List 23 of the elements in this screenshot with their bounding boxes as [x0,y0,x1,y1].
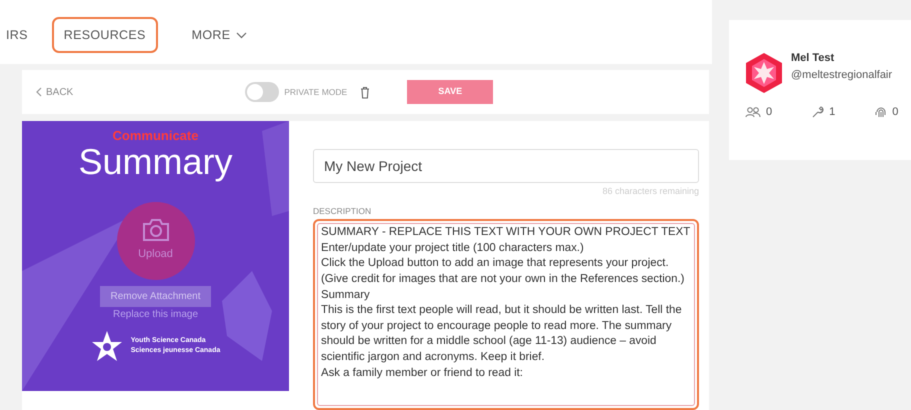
camera-icon [142,218,170,242]
nav-tab[interactable]: RESOURCES [52,16,158,54]
back-link[interactable]: BACK [36,84,74,100]
cover-title: Summary [78,142,233,182]
description-label: DESCRIPTION [313,204,372,218]
people-icon [745,106,761,118]
back-chevron-icon [36,87,42,97]
title-input[interactable]: My New Project [313,149,699,183]
profile-handle: @meltestregionalfair [791,68,894,82]
private-mode-label: PRIVATE MODE [284,86,348,98]
stat-count: 0 [892,105,898,120]
fingerprint-icon [875,106,888,118]
trash-icon[interactable] [360,86,370,98]
stat-count: 0 [766,105,772,120]
description-field[interactable]: SUMMARY - REPLACE THIS TEXT WITH YOUR OWN PROJECT TEXT Enter/update your project title (100 characters max.) Click the Upload button to add an image that represents your project. (Give credit for images that are not your own in the References section.) Summary This is the first text people will read, but it should be written last. Tell the story of your project to encourage people to read more. The summary should be written for a middle school (age 11-13) audience – avoid scientific jargon and acronyms. Keep it brief. Ask a family member or friend to read it: [317,223,695,406]
cover-eyebrow: Communicate [112,129,198,142]
nav-tab[interactable]: IRS [4,16,30,54]
stat-count: 1 [829,105,836,120]
nav-tab[interactable]: MORE [180,16,260,54]
profile-name: Mel Test [791,51,836,66]
private-mode-toggle[interactable] [245,82,280,102]
star-logo-icon [90,330,123,362]
avatar-icon [745,52,783,94]
